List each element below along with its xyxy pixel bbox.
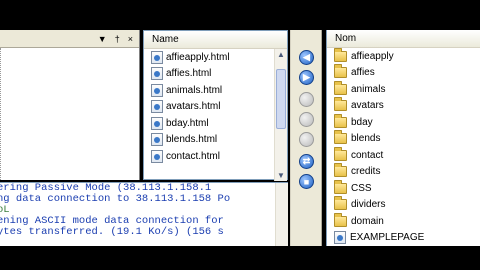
column-header-name[interactable]: Name <box>144 31 287 49</box>
transfer-log: ering Passive Mode (38.113.1.158.1 ng dat… <box>0 182 288 246</box>
disabled-icon[interactable] <box>299 92 314 107</box>
remote-folder-row[interactable]: CSS <box>327 179 480 197</box>
item-name: domain <box>351 215 384 227</box>
column-header-nom[interactable]: Nom <box>327 30 480 48</box>
remote-folder-row[interactable]: avatars <box>327 97 480 115</box>
stop-icon[interactable]: ■ <box>299 174 314 189</box>
pane-menu-icon[interactable]: ▼ <box>98 34 107 44</box>
local-file-row[interactable]: contact.html <box>144 148 287 165</box>
file-name: contact.html <box>166 150 220 162</box>
local-file-row[interactable]: affies.html <box>144 66 287 83</box>
local-file-row[interactable]: animals.html <box>144 82 287 99</box>
remote-folder-row[interactable]: dividers <box>327 196 480 214</box>
folder-icon <box>334 80 347 95</box>
remote-file-list: Nom affieapply affies animals avatars bday bl… <box>326 30 480 246</box>
item-name: credits <box>351 166 381 178</box>
video-letterbox-bottom <box>0 246 480 270</box>
item-name: animals <box>351 83 386 95</box>
log-vertical-scrollbar[interactable] <box>275 183 288 246</box>
html-file-icon <box>151 67 163 81</box>
folder-icon <box>334 97 347 112</box>
item-name: avatars <box>351 100 384 112</box>
remote-folder-row[interactable]: animals <box>327 80 480 98</box>
disabled-icon[interactable] <box>299 132 314 147</box>
folder-icon <box>334 163 347 178</box>
html-file-icon <box>151 133 163 147</box>
scroll-thumb[interactable] <box>276 69 286 129</box>
pane-close-icon[interactable]: × <box>128 34 133 44</box>
remote-folder-row[interactable]: blends <box>327 130 480 148</box>
file-name: bday.html <box>166 117 209 129</box>
remote-folder-row[interactable]: credits <box>327 163 480 181</box>
pane-pin-icon[interactable]: † <box>115 34 120 44</box>
ftp-client-window: ▼ † × Name affieapply.html affies.html ani… <box>0 0 480 270</box>
local-file-row[interactable]: affieapply.html <box>144 49 287 66</box>
upload-icon[interactable]: ◀ <box>299 50 314 65</box>
folder-icon <box>334 212 347 227</box>
folder-icon <box>334 64 347 79</box>
download-icon[interactable]: ▶ <box>299 70 314 85</box>
folder-icon <box>334 196 347 211</box>
folder-icon <box>334 47 347 62</box>
disabled-icon[interactable] <box>299 112 314 127</box>
remote-folder-row[interactable]: bday <box>327 113 480 131</box>
tree-pane-header: ▼ † × <box>0 30 139 48</box>
scroll-up-icon[interactable]: ▲ <box>277 50 285 59</box>
local-folder-tree-pane: ▼ † × <box>0 30 140 180</box>
item-name: contact <box>351 149 384 161</box>
remote-folder-row[interactable]: affies <box>327 64 480 82</box>
html-file-icon <box>151 149 163 163</box>
folder-icon <box>334 179 347 194</box>
folder-tree[interactable] <box>0 48 138 180</box>
item-name: affies <box>351 67 375 79</box>
local-file-list: Name affieapply.html affies.html animals.h… <box>143 30 288 181</box>
file-name: animals.html <box>166 84 223 96</box>
item-name: affieapply <box>351 50 394 62</box>
remote-folder-row[interactable]: domain <box>327 212 480 230</box>
html-file-icon <box>151 116 163 130</box>
file-icon <box>334 231 346 245</box>
file-name: affieapply.html <box>166 51 230 63</box>
item-name: EXAMPLEPAGE <box>350 232 425 244</box>
log-lines: ering Passive Mode (38.113.1.158.1 ng dat… <box>0 183 288 238</box>
log-line: ytes transferred. (19.1 Ko/s) (156 s <box>0 226 224 238</box>
item-name: bday <box>351 116 373 128</box>
remote-folder-row[interactable]: contact <box>327 146 480 164</box>
remote-folder-row[interactable]: affieapply <box>327 47 480 65</box>
file-name: blends.html <box>166 134 218 146</box>
local-file-row[interactable]: avatars.html <box>144 99 287 116</box>
local-list-vertical-scrollbar[interactable]: ▲ ▼ <box>274 49 287 181</box>
item-name: dividers <box>351 199 386 211</box>
log-line: ng data connection to 38.113.1.158 Po <box>0 193 231 205</box>
sync-icon[interactable]: ⇄ <box>299 154 314 169</box>
transfer-toolbar: ◀ ▶ ⇄ ■ <box>290 30 322 246</box>
folder-icon <box>334 130 347 145</box>
item-name: CSS <box>351 182 372 194</box>
local-file-row[interactable]: blends.html <box>144 132 287 149</box>
file-name: affies.html <box>166 68 212 80</box>
folder-icon <box>334 146 347 161</box>
scroll-down-icon[interactable]: ▼ <box>277 171 285 180</box>
file-name: avatars.html <box>166 101 221 113</box>
local-file-row[interactable]: bday.html <box>144 115 287 132</box>
html-file-icon <box>151 83 163 97</box>
remote-file-rows: affieapply affies animals avatars bday blends… <box>327 47 480 247</box>
item-name: blends <box>351 133 381 145</box>
html-file-icon <box>151 50 163 64</box>
tree-guide-line <box>0 48 3 180</box>
remote-file-row[interactable]: EXAMPLEPAGE <box>327 230 480 247</box>
video-letterbox-top <box>0 0 480 30</box>
folder-icon <box>334 113 347 128</box>
local-file-rows: affieapply.html affies.html animals.html av… <box>144 49 287 165</box>
html-file-icon <box>151 100 163 114</box>
